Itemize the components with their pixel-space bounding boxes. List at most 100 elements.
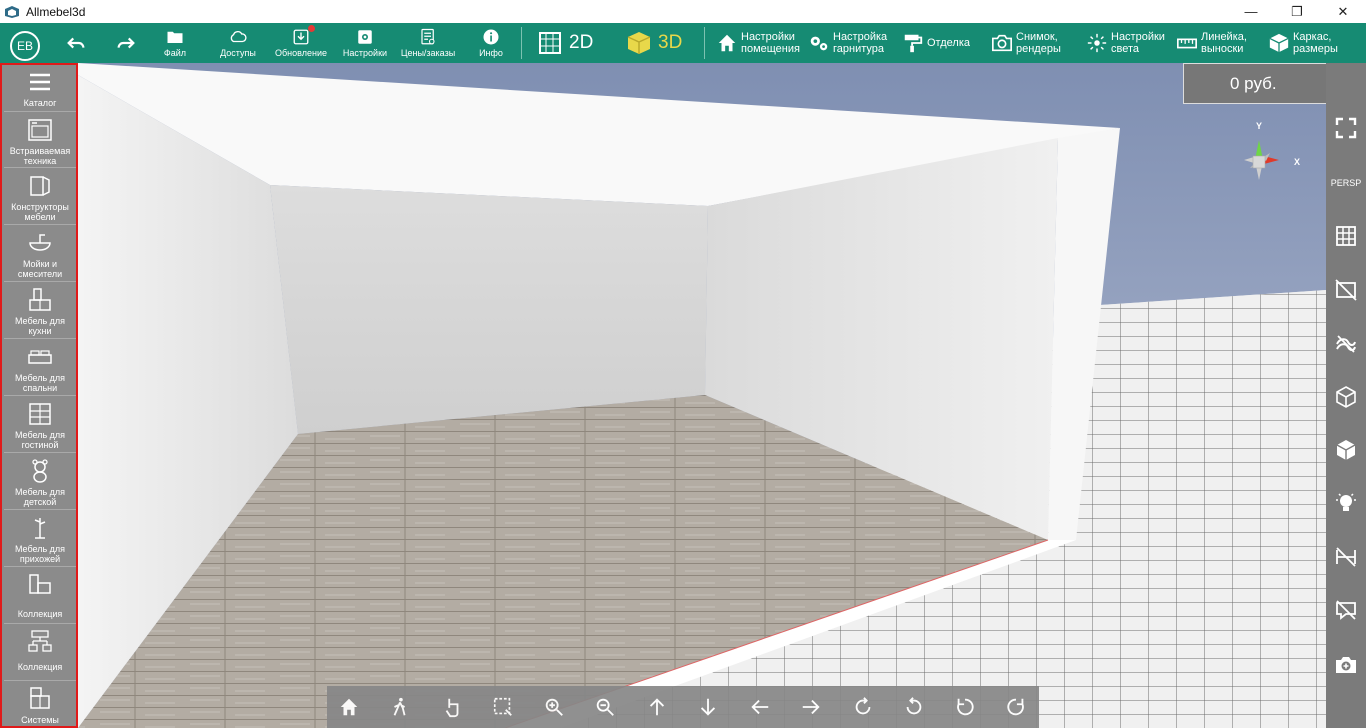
snapshot-button[interactable]: Снимок, рендеры [991, 23, 1066, 63]
rotate-left-button[interactable] [952, 694, 978, 720]
3d-viewport[interactable] [0, 63, 1326, 728]
update-button[interactable]: Обновление [272, 23, 330, 63]
move-left-button[interactable] [747, 694, 773, 720]
kitchen-icon [29, 288, 51, 311]
hanger-icon [34, 518, 46, 539]
ruler-button[interactable]: Линейка, выноски [1176, 23, 1251, 63]
settings-label: Настройки [342, 48, 388, 58]
move-up-button[interactable] [644, 694, 670, 720]
toolbar-divider [704, 27, 705, 59]
arrow-left-icon [751, 699, 769, 715]
file-button[interactable]: Файл [160, 23, 190, 63]
select-area-button[interactable] [490, 694, 516, 720]
cart-price: 0 руб. [1230, 74, 1277, 93]
collection-tree-icon [28, 630, 52, 652]
gizmo-x-label: X [1294, 157, 1301, 167]
home-view-button[interactable] [336, 694, 362, 720]
hide-dimensions-toggle[interactable] [1326, 537, 1366, 577]
title-bar: Allmebel3d — ❐ ✕ [0, 0, 1366, 23]
ruler-label: Линейка, выноски [1201, 31, 1247, 55]
sidebar-item-living-room-furniture[interactable]: Мебель для гостиной [4, 397, 76, 453]
restore-icon[interactable]: ❐ [1274, 0, 1320, 23]
sidebar-item-label: Мебель для прихожей [14, 544, 66, 564]
update-label: Обновление [275, 48, 327, 58]
hide-labels-toggle[interactable] [1326, 590, 1366, 630]
arrow-up-icon [649, 698, 665, 716]
plan-2d-icon [539, 32, 561, 54]
orbit-right-icon [855, 697, 871, 715]
pan-mode-button[interactable] [439, 694, 465, 720]
prices-orders-button[interactable]: Цены/заказы [396, 23, 460, 63]
window-title: Allmebel3d [26, 4, 86, 19]
snapshot-label: Снимок, рендеры [1016, 31, 1061, 55]
room-settings-button[interactable]: Настройки помещения [716, 23, 800, 63]
user-avatar[interactable]: EB [10, 31, 40, 61]
info-button[interactable]: Инфо [474, 23, 508, 63]
solid-view-toggle[interactable] [1326, 430, 1366, 470]
hide-walls-toggle[interactable] [1326, 270, 1366, 310]
sidebar-item-label: Мойки и смесители [17, 259, 63, 279]
orbit-left-icon [906, 697, 922, 715]
move-right-button[interactable] [798, 694, 824, 720]
sidebar-item-collection[interactable]: Коллекция [4, 568, 76, 624]
home-icon [718, 34, 736, 52]
sidebar-item-sinks-mixers[interactable]: Мойки и смесители [4, 226, 76, 282]
right-toolbar: PERSP [1326, 63, 1366, 728]
fullscreen-button[interactable] [1326, 108, 1366, 148]
sidebar-item-label: Конструкторы мебели [11, 202, 69, 222]
info-label: Инфо [479, 48, 503, 58]
sidebar-item-kids-furniture[interactable]: Мебель для детской [4, 454, 76, 510]
light-settings-label: Настройки света [1111, 31, 1165, 55]
light-settings-button[interactable]: Настройки света [1086, 23, 1167, 63]
rotate-right-button[interactable] [1003, 694, 1029, 720]
light-toggle[interactable] [1326, 483, 1366, 523]
sidebar-item-catalog[interactable]: Каталог [4, 65, 76, 112]
sidebar-item-systems[interactable]: Системы [4, 682, 76, 726]
grid-toggle[interactable] [1326, 216, 1366, 256]
axis-gizmo[interactable]: Y X [1222, 120, 1302, 200]
walk-mode-button[interactable] [387, 694, 413, 720]
mode-3d-button[interactable]: 3D [626, 23, 682, 63]
orbit-left-button[interactable] [901, 694, 927, 720]
sidebar-item-bedroom-furniture[interactable]: Мебель для спальни [4, 340, 76, 396]
furniture-settings-label: Настройка гарнитура [833, 31, 888, 55]
room-scene [0, 63, 1326, 728]
redo-button[interactable] [112, 23, 140, 63]
close-icon[interactable]: ✕ [1320, 0, 1366, 23]
sidebar-item-collection-2[interactable]: Коллекция [4, 625, 76, 681]
light-bulb-icon [1336, 493, 1356, 511]
navigation-bar [327, 686, 1039, 728]
wireframe-toggle[interactable] [1326, 377, 1366, 417]
zoom-in-button[interactable] [541, 694, 567, 720]
minimize-icon[interactable]: — [1228, 0, 1274, 23]
rotate-left-icon [957, 698, 974, 716]
sidebar-item-label: Каталог [23, 98, 57, 108]
room-settings-label: Настройки помещения [741, 31, 800, 55]
hide-walls-icon [1335, 279, 1357, 301]
sidebar-item-hallway-furniture[interactable]: Мебель для прихожей [4, 511, 76, 567]
mode-2d-button[interactable]: 2D [537, 23, 593, 63]
add-camera-button[interactable] [1326, 645, 1366, 685]
frame-button[interactable]: Каркас, размеры [1268, 23, 1343, 63]
perspective-toggle[interactable]: PERSP [1326, 163, 1366, 203]
orbit-right-button[interactable] [850, 694, 876, 720]
move-down-button[interactable] [695, 694, 721, 720]
box-frame-icon [1269, 33, 1289, 53]
finishing-button[interactable]: Отделка [902, 23, 970, 63]
fullscreen-icon [1335, 117, 1357, 139]
teddy-bear-icon [32, 459, 48, 483]
walk-icon [393, 697, 406, 716]
zoom-out-button[interactable] [592, 694, 618, 720]
camera-icon [992, 34, 1012, 52]
texture-toggle[interactable] [1326, 324, 1366, 364]
mode-3d-label: 3D [658, 32, 683, 53]
sidebar-item-label: Коллекция [17, 609, 63, 619]
folder-icon [167, 31, 183, 43]
access-button[interactable]: Доступы [216, 23, 260, 63]
undo-button[interactable] [62, 23, 90, 63]
furniture-settings-button[interactable]: Настройка гарнитура [808, 23, 891, 63]
settings-button[interactable]: Настройки [340, 23, 390, 63]
sidebar-item-kitchen-furniture[interactable]: Мебель для кухни [4, 283, 76, 339]
sidebar-item-built-in-appliances[interactable]: Встраиваемая техника [4, 113, 76, 168]
sidebar-item-furniture-constructors[interactable]: Конструкторы мебели [4, 169, 76, 225]
